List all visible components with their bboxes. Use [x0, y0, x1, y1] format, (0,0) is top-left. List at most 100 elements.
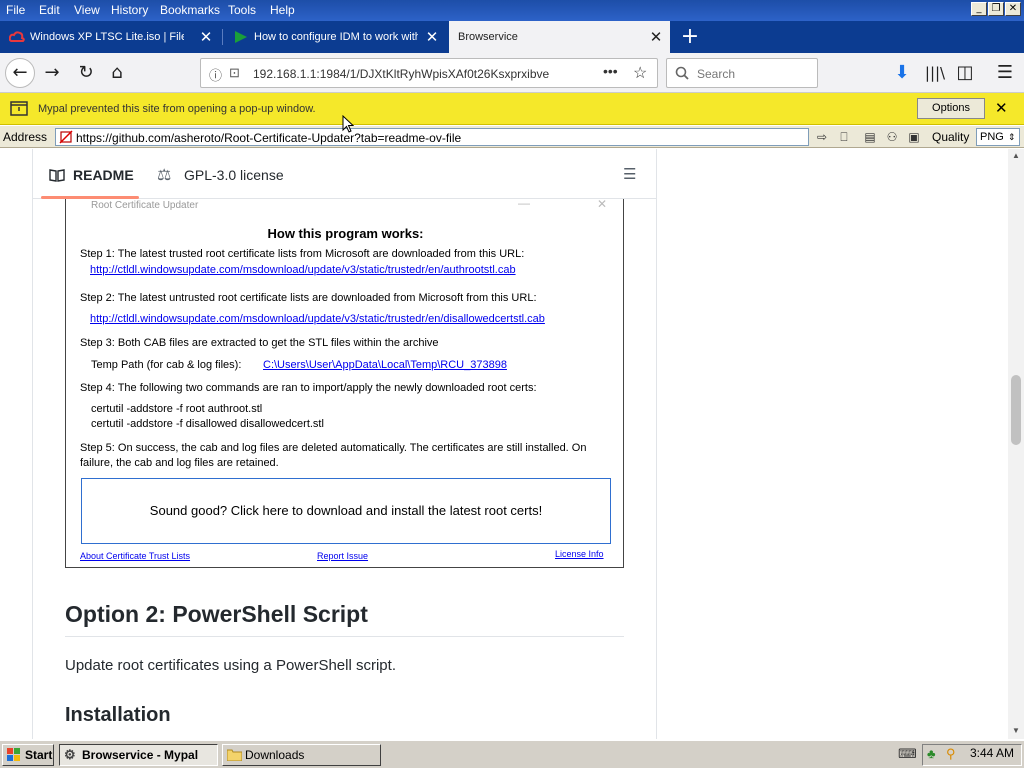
page-actions-icon[interactable]: •••	[603, 63, 618, 79]
windows-logo-icon	[7, 748, 20, 761]
menu-view[interactable]: View	[74, 3, 100, 17]
step-5: Step 5: On success, the cab and log file…	[80, 442, 587, 469]
tab-label: How to configure IDM to work with	[254, 31, 418, 43]
go-arrow-icon[interactable]: ⇨	[814, 129, 830, 145]
home-button[interactable]: ⌂	[103, 59, 131, 87]
tab-license[interactable]: GPL-3.0 license	[184, 167, 284, 183]
address-toolbar: Address https://github.com/asheroto/Root…	[0, 126, 1024, 148]
download-icon[interactable]: ⬇	[888, 59, 916, 87]
screenshot-minimize-icon: —	[518, 196, 530, 210]
license-info-link[interactable]: License Info	[555, 549, 604, 559]
close-window-button[interactable]: ✕	[1005, 2, 1021, 16]
option2-heading: Option 2: PowerShell Script	[65, 601, 368, 627]
taskbar: Start ⚙ Browservice - Mypal Downloads ⌨ …	[0, 739, 1024, 768]
book-icon	[49, 169, 65, 182]
screenshot-heading: How this program works:	[267, 226, 424, 241]
popup-message: Mypal prevented this site from opening a…	[38, 103, 316, 115]
tab-label: Browservice	[458, 31, 518, 43]
tab-label: Windows XP LTSC Lite.iso | Files.fm	[30, 31, 184, 43]
temp-path-label: Temp Path (for cab & log files):	[91, 359, 242, 371]
tray-search-icon[interactable]: ⚲	[946, 746, 956, 762]
menu-tools[interactable]: Tools	[228, 3, 256, 17]
popup-blocked-bar: Mypal prevented this site from opening a…	[0, 93, 1024, 125]
tab-close-icon[interactable]: ✕	[424, 28, 440, 46]
option2-text: Update root certificates using a PowerSh…	[65, 657, 396, 674]
scrollbar[interactable]: ▲ ▼	[1008, 149, 1024, 739]
temp-path-link[interactable]: C:\Users\User\AppData\Local\Temp\RCU_373…	[263, 359, 507, 371]
sidebar-icon[interactable]: ◫	[951, 59, 979, 87]
tray-network-icon[interactable]: ♣	[927, 746, 936, 761]
address-text: https://github.com/asheroto/Root-Certifi…	[76, 131, 462, 145]
installation-heading: Installation	[65, 704, 171, 726]
reload-button[interactable]: ↻	[72, 59, 100, 87]
quality-label: Quality	[932, 130, 970, 144]
mouse-cursor-icon	[342, 115, 354, 133]
cloud-icon	[9, 31, 25, 42]
bookmark-star-icon[interactable]: ☆	[633, 63, 647, 83]
bookmark-icon[interactable]: ⎕	[836, 129, 852, 145]
find-icon[interactable]: ⚇	[884, 129, 900, 145]
start-button[interactable]: Start	[2, 744, 54, 766]
menu-help[interactable]: Help	[270, 3, 295, 17]
step-3: Step 3: Both CAB files are extracted to …	[80, 337, 439, 349]
url-bar[interactable]: ⓘ ⊡ 192.168.1.1:1984/1/DJXtKltRyhWpisXAf…	[200, 58, 658, 88]
menu-history[interactable]: History	[111, 3, 148, 17]
command-1: certutil -addstore -f root authroot.stl	[91, 403, 263, 415]
tab-close-icon[interactable]: ✕	[648, 28, 664, 46]
app-screenshot: Root Certificate Updater — ✕ How this pr…	[65, 196, 624, 568]
scroll-up-icon[interactable]: ▲	[1012, 151, 1020, 160]
search-icon	[675, 66, 689, 80]
back-button[interactable]: ←	[5, 58, 35, 88]
menu-bookmarks[interactable]: Bookmarks	[160, 3, 220, 17]
screenshot-close-icon: ✕	[597, 197, 608, 211]
outline-list-icon[interactable]: ☰	[623, 165, 636, 183]
tab-browservice[interactable]: Browservice ✕	[449, 21, 670, 53]
tab-close-icon[interactable]: ✕	[198, 28, 214, 46]
restore-button[interactable]: ❐	[988, 2, 1004, 16]
install-certs-button[interactable]: Sound good? Click here to download and i…	[81, 478, 611, 544]
keyboard-icon[interactable]: ⌨	[898, 746, 917, 762]
scroll-thumb[interactable]	[1011, 375, 1021, 445]
folder-icon	[227, 749, 242, 761]
step-1-link[interactable]: http://ctldl.windowsupdate.com/msdownloa…	[90, 264, 516, 276]
about-ctl-link[interactable]: About Certificate Trust Lists	[80, 551, 190, 561]
start-label: Start	[25, 748, 53, 762]
screenshot-window-title: Root Certificate Updater	[91, 200, 199, 211]
step-2: Step 2: The latest untrusted root certif…	[80, 292, 537, 304]
task-browservice[interactable]: ⚙ Browservice - Mypal	[59, 744, 218, 766]
menu-edit[interactable]: Edit	[39, 3, 60, 17]
quality-select[interactable]: PNG ⇕	[976, 128, 1020, 146]
tab-files-fm[interactable]: Windows XP LTSC Lite.iso | Files.fm ✕	[0, 21, 222, 53]
spinner-icon: ⇕	[1008, 132, 1016, 142]
report-issue-link[interactable]: Report Issue	[317, 551, 368, 561]
task-label: Browservice - Mypal	[82, 748, 199, 762]
task-label: Downloads	[245, 748, 305, 762]
step-2-link[interactable]: http://ctldl.windowsupdate.com/msdownloa…	[90, 313, 545, 325]
menu-file[interactable]: File	[6, 3, 25, 17]
clipboard-icon[interactable]: ▣	[906, 129, 922, 145]
page-icon: ⊡	[229, 65, 240, 80]
info-icon[interactable]: ⓘ	[209, 65, 222, 84]
hamburger-menu-icon[interactable]: ☰	[991, 59, 1019, 87]
save-icon[interactable]: ▤	[862, 129, 878, 145]
library-icon[interactable]: |||\	[921, 59, 949, 87]
menu-bar: File Edit View History Bookmarks Tools H…	[0, 0, 1024, 21]
close-icon[interactable]: ✕	[995, 99, 1008, 117]
browser-icon: ⚙	[64, 747, 76, 762]
minimize-button[interactable]: _	[971, 2, 987, 16]
scroll-down-icon[interactable]: ▼	[1012, 726, 1020, 735]
step-1: Step 1: The latest trusted root certific…	[80, 248, 525, 260]
new-tab-button[interactable]: +	[676, 23, 704, 51]
tab-readme[interactable]: README	[73, 167, 134, 183]
forward-button[interactable]: →	[38, 59, 66, 87]
search-input[interactable]: Search	[666, 58, 818, 88]
insecure-icon	[59, 130, 73, 144]
popup-warning-icon	[10, 101, 28, 116]
task-downloads[interactable]: Downloads	[222, 744, 381, 766]
tab-idm[interactable]: How to configure IDM to work with ✕	[224, 21, 448, 53]
address-input[interactable]: https://github.com/asheroto/Root-Certifi…	[55, 128, 809, 146]
options-button[interactable]: Options	[917, 98, 985, 119]
readme-tab-bar: README ⚖ GPL-3.0 license ☰	[33, 149, 656, 199]
play-icon	[235, 31, 247, 43]
quality-value: PNG	[980, 131, 1004, 143]
